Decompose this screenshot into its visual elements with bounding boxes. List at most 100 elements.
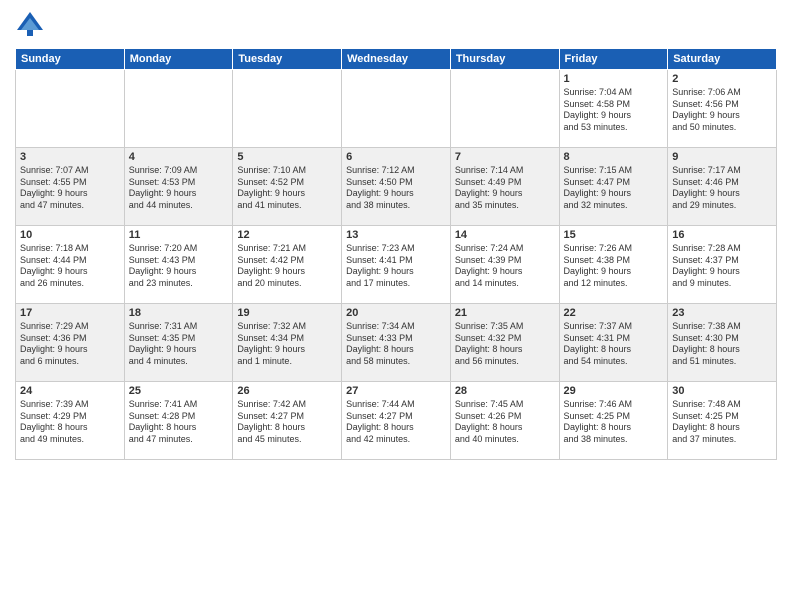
day-number: 30 (672, 385, 772, 397)
calendar-cell: 30 Sunrise: 7:48 AM Sunset: 4:25 PM Dayli… (668, 382, 777, 460)
day-number: 4 (129, 151, 229, 163)
day-number: 29 (564, 385, 664, 397)
day-number: 5 (237, 151, 337, 163)
day-info: Sunrise: 7:14 AM Sunset: 4:49 PM Dayligh… (455, 165, 524, 210)
weekday-header-wednesday: Wednesday (342, 49, 451, 70)
calendar-cell: 27 Sunrise: 7:44 AM Sunset: 4:27 PM Dayli… (342, 382, 451, 460)
calendar-cell: 6 Sunrise: 7:12 AM Sunset: 4:50 PM Daylig… (342, 148, 451, 226)
day-info: Sunrise: 7:48 AM Sunset: 4:25 PM Dayligh… (672, 399, 741, 444)
calendar-cell: 25 Sunrise: 7:41 AM Sunset: 4:28 PM Dayli… (124, 382, 233, 460)
day-number: 3 (20, 151, 120, 163)
day-number: 12 (237, 229, 337, 241)
calendar-cell: 3Sunrise: 7:07 AM Sunset: 4:55 PM Daylig… (16, 148, 125, 226)
day-number: 24 (20, 385, 120, 397)
day-info: Sunrise: 7:42 AM Sunset: 4:27 PM Dayligh… (237, 399, 306, 444)
calendar-cell: 24 Sunrise: 7:39 AM Sunset: 4:29 PM Dayli… (16, 382, 125, 460)
day-number: 16 (672, 229, 772, 241)
calendar-cell: 16 Sunrise: 7:28 AM Sunset: 4:37 PM Dayli… (668, 226, 777, 304)
calendar-cell: 4 Sunrise: 7:09 AM Sunset: 4:53 PM Daylig… (124, 148, 233, 226)
calendar-cell (450, 70, 559, 148)
calendar-cell: 9 Sunrise: 7:17 AM Sunset: 4:46 PM Daylig… (668, 148, 777, 226)
day-info: Sunrise: 7:10 AM Sunset: 4:52 PM Dayligh… (237, 165, 306, 210)
day-info: Sunrise: 7:44 AM Sunset: 4:27 PM Dayligh… (346, 399, 415, 444)
weekday-header-friday: Friday (559, 49, 668, 70)
weekday-header-monday: Monday (124, 49, 233, 70)
calendar-week-2: 3Sunrise: 7:07 AM Sunset: 4:55 PM Daylig… (16, 148, 777, 226)
day-number: 26 (237, 385, 337, 397)
day-number: 19 (237, 307, 337, 319)
calendar-cell: 2 Sunrise: 7:06 AM Sunset: 4:56 PM Daylig… (668, 70, 777, 148)
day-info: Sunrise: 7:38 AM Sunset: 4:30 PM Dayligh… (672, 321, 741, 366)
calendar-cell: 21Sunrise: 7:35 AM Sunset: 4:32 PM Dayli… (450, 304, 559, 382)
day-number: 9 (672, 151, 772, 163)
calendar-cell: 19Sunrise: 7:32 AM Sunset: 4:34 PM Dayli… (233, 304, 342, 382)
day-info: Sunrise: 7:28 AM Sunset: 4:37 PM Dayligh… (672, 243, 741, 288)
day-info: Sunrise: 7:45 AM Sunset: 4:26 PM Dayligh… (455, 399, 524, 444)
weekday-header-row: SundayMondayTuesdayWednesdayThursdayFrid… (16, 49, 777, 70)
calendar-cell: 18 Sunrise: 7:31 AM Sunset: 4:35 PM Dayli… (124, 304, 233, 382)
day-info: Sunrise: 7:15 AM Sunset: 4:47 PM Dayligh… (564, 165, 633, 210)
day-info: Sunrise: 7:09 AM Sunset: 4:53 PM Dayligh… (129, 165, 198, 210)
calendar-week-1: 1 Sunrise: 7:04 AM Sunset: 4:58 PM Daylig… (16, 70, 777, 148)
calendar-cell: 23 Sunrise: 7:38 AM Sunset: 4:30 PM Dayli… (668, 304, 777, 382)
calendar-cell (233, 70, 342, 148)
calendar-week-5: 24 Sunrise: 7:39 AM Sunset: 4:29 PM Dayli… (16, 382, 777, 460)
weekday-header-tuesday: Tuesday (233, 49, 342, 70)
calendar-cell (16, 70, 125, 148)
calendar-cell: 26 Sunrise: 7:42 AM Sunset: 4:27 PM Dayli… (233, 382, 342, 460)
day-number: 10 (20, 229, 120, 241)
day-info: Sunrise: 7:23 AM Sunset: 4:41 PM Dayligh… (346, 243, 415, 288)
calendar-cell: 11Sunrise: 7:20 AM Sunset: 4:43 PM Dayli… (124, 226, 233, 304)
day-info: Sunrise: 7:06 AM Sunset: 4:56 PM Dayligh… (672, 87, 741, 132)
day-info: Sunrise: 7:41 AM Sunset: 4:28 PM Dayligh… (129, 399, 198, 444)
calendar-cell: 29Sunrise: 7:46 AM Sunset: 4:25 PM Dayli… (559, 382, 668, 460)
day-info: Sunrise: 7:29 AM Sunset: 4:36 PM Dayligh… (20, 321, 89, 366)
day-number: 18 (129, 307, 229, 319)
calendar-cell: 17 Sunrise: 7:29 AM Sunset: 4:36 PM Dayli… (16, 304, 125, 382)
day-number: 23 (672, 307, 772, 319)
day-info: Sunrise: 7:37 AM Sunset: 4:31 PM Dayligh… (564, 321, 633, 366)
day-info: Sunrise: 7:12 AM Sunset: 4:50 PM Dayligh… (346, 165, 415, 210)
day-number: 8 (564, 151, 664, 163)
page: SundayMondayTuesdayWednesdayThursdayFrid… (0, 0, 792, 612)
day-number: 2 (672, 73, 772, 85)
calendar-cell: 1 Sunrise: 7:04 AM Sunset: 4:58 PM Daylig… (559, 70, 668, 148)
calendar-cell: 10 Sunrise: 7:18 AM Sunset: 4:44 PM Dayli… (16, 226, 125, 304)
day-number: 21 (455, 307, 555, 319)
calendar-cell: 13Sunrise: 7:23 AM Sunset: 4:41 PM Dayli… (342, 226, 451, 304)
calendar-cell: 5 Sunrise: 7:10 AM Sunset: 4:52 PM Daylig… (233, 148, 342, 226)
day-info: Sunrise: 7:24 AM Sunset: 4:39 PM Dayligh… (455, 243, 524, 288)
day-number: 1 (564, 73, 664, 85)
day-info: Sunrise: 7:26 AM Sunset: 4:38 PM Dayligh… (564, 243, 633, 288)
calendar-table: SundayMondayTuesdayWednesdayThursdayFrid… (15, 48, 777, 460)
weekday-header-saturday: Saturday (668, 49, 777, 70)
calendar-cell: 7 Sunrise: 7:14 AM Sunset: 4:49 PM Daylig… (450, 148, 559, 226)
logo-icon (15, 10, 45, 40)
calendar-cell: 15 Sunrise: 7:26 AM Sunset: 4:38 PM Dayli… (559, 226, 668, 304)
weekday-header-sunday: Sunday (16, 49, 125, 70)
day-info: Sunrise: 7:34 AM Sunset: 4:33 PM Dayligh… (346, 321, 415, 366)
calendar-cell (342, 70, 451, 148)
day-number: 15 (564, 229, 664, 241)
calendar-cell: 28Sunrise: 7:45 AM Sunset: 4:26 PM Dayli… (450, 382, 559, 460)
day-number: 6 (346, 151, 446, 163)
day-number: 22 (564, 307, 664, 319)
day-number: 17 (20, 307, 120, 319)
calendar-cell (124, 70, 233, 148)
day-number: 25 (129, 385, 229, 397)
day-info: Sunrise: 7:31 AM Sunset: 4:35 PM Dayligh… (129, 321, 198, 366)
day-info: Sunrise: 7:04 AM Sunset: 4:58 PM Dayligh… (564, 87, 633, 132)
day-number: 27 (346, 385, 446, 397)
day-info: Sunrise: 7:39 AM Sunset: 4:29 PM Dayligh… (20, 399, 89, 444)
weekday-header-thursday: Thursday (450, 49, 559, 70)
calendar-cell: 12Sunrise: 7:21 AM Sunset: 4:42 PM Dayli… (233, 226, 342, 304)
day-number: 7 (455, 151, 555, 163)
day-number: 11 (129, 229, 229, 241)
day-info: Sunrise: 7:18 AM Sunset: 4:44 PM Dayligh… (20, 243, 89, 288)
calendar-cell: 8 Sunrise: 7:15 AM Sunset: 4:47 PM Daylig… (559, 148, 668, 226)
day-info: Sunrise: 7:17 AM Sunset: 4:46 PM Dayligh… (672, 165, 741, 210)
calendar-cell: 20Sunrise: 7:34 AM Sunset: 4:33 PM Dayli… (342, 304, 451, 382)
header (15, 10, 777, 40)
calendar-cell: 22 Sunrise: 7:37 AM Sunset: 4:31 PM Dayli… (559, 304, 668, 382)
day-number: 14 (455, 229, 555, 241)
